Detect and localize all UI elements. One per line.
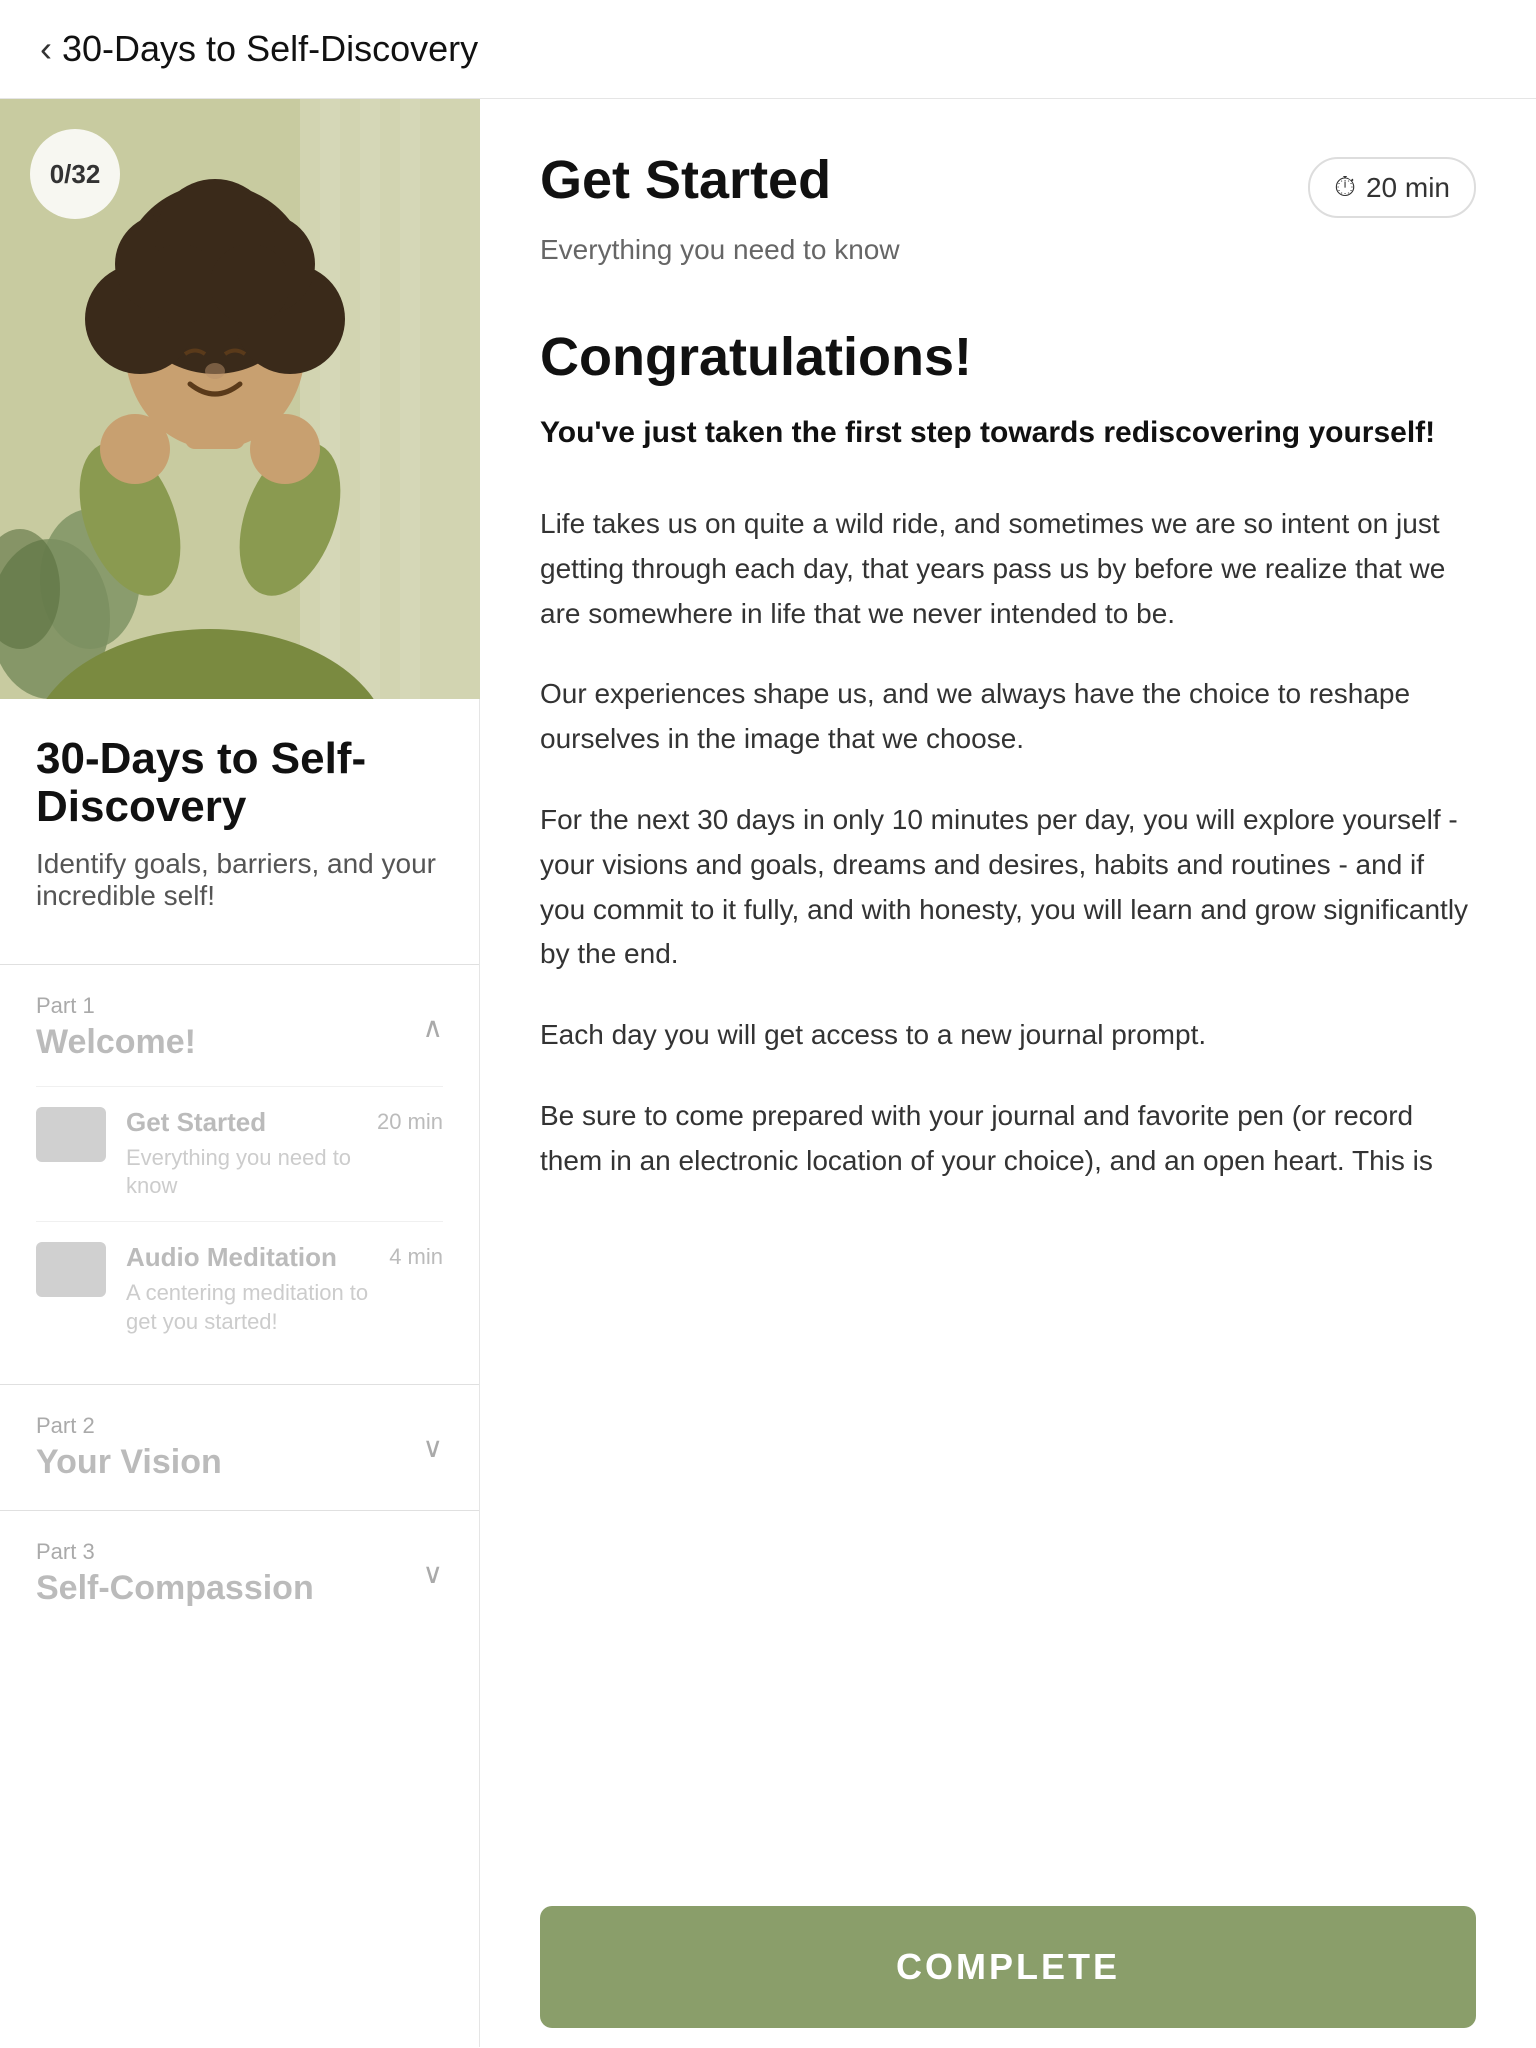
lesson-details: Get Started Everything you need to know (126, 1107, 357, 1201)
lesson-tagline: Everything you need to know (540, 234, 1476, 266)
complete-button-bar: COMPLETE (480, 1886, 1536, 2048)
course-subtitle: Identify goals, barriers, and your incre… (36, 848, 443, 912)
part-2-header[interactable]: Part 2 Your Vision ∨ (36, 1413, 443, 1482)
duration-text: 20 min (1366, 172, 1450, 204)
lesson-thumbnail (36, 1107, 106, 1162)
part-section-3: Part 3 Self-Compassion ∨ (0, 1510, 479, 1636)
body-paragraph-1: Life takes us on quite a wild ride, and … (540, 502, 1476, 636)
list-item[interactable]: Audio Meditation A centering meditation … (36, 1221, 443, 1356)
progress-badge: 0/32 (30, 129, 120, 219)
congratulations-subheading: You've just taken the first step towards… (540, 412, 1476, 454)
main-layout: 0/32 30-Days to Self-Discovery Identify … (0, 99, 1536, 2047)
back-button[interactable]: ‹ 30-Days to Self-Discovery (40, 28, 478, 70)
body-paragraph-2: Our experiences shape us, and we always … (540, 672, 1476, 762)
clock-icon: ⏱ (1334, 171, 1356, 204)
part-3-label-group: Part 3 Self-Compassion (36, 1539, 314, 1608)
lesson-header: Get Started ⏱ 20 min (540, 149, 1476, 218)
lesson-title: Get Started (126, 1107, 357, 1138)
part-section-2: Part 2 Your Vision ∨ (0, 1384, 479, 1510)
lesson-name: Get Started (540, 149, 831, 211)
lesson-details: Audio Meditation A centering meditation … (126, 1242, 369, 1336)
header: ‹ 30-Days to Self-Discovery (0, 0, 1536, 99)
right-content: Get Started ⏱ 20 min Everything you need… (480, 99, 1536, 2047)
body-paragraph-5: Be sure to come prepared with your journ… (540, 1094, 1476, 1184)
body-paragraph-4: Each day you will get access to a new jo… (540, 1013, 1476, 1058)
left-column: 0/32 30-Days to Self-Discovery Identify … (0, 99, 480, 2047)
lesson-duration: 4 min (389, 1244, 443, 1270)
part-2-label: Part 2 (36, 1413, 222, 1439)
part-3-header[interactable]: Part 3 Self-Compassion ∨ (36, 1539, 443, 1608)
course-title: 30-Days to Self-Discovery (36, 735, 443, 832)
part-section-1: Part 1 Welcome! ∧ Get Started Everything… (0, 964, 479, 1384)
lesson-description: Everything you need to know (126, 1144, 357, 1201)
part-1-label: Part 1 (36, 993, 196, 1019)
time-badge: ⏱ 20 min (1308, 157, 1476, 218)
part-1-label-group: Part 1 Welcome! (36, 993, 196, 1062)
course-info: 30-Days to Self-Discovery Identify goals… (0, 699, 479, 964)
progress-text: 0/32 (50, 159, 101, 190)
lesson-duration: 20 min (377, 1109, 443, 1135)
right-column: Get Started ⏱ 20 min Everything you need… (480, 99, 1536, 2047)
part-1-header[interactable]: Part 1 Welcome! ∧ (36, 993, 443, 1062)
part-3-name: Self-Compassion (36, 1569, 314, 1608)
part-2-label-group: Part 2 Your Vision (36, 1413, 222, 1482)
congratulations-heading: Congratulations! (540, 326, 1476, 388)
lesson-title: Audio Meditation (126, 1242, 369, 1273)
part-1-lessons: Get Started Everything you need to know … (36, 1086, 443, 1356)
header-title: 30-Days to Self-Discovery (62, 28, 478, 70)
part-2-name: Your Vision (36, 1443, 222, 1482)
lesson-description: A centering meditation to get you starte… (126, 1279, 369, 1336)
lesson-thumbnail (36, 1242, 106, 1297)
course-image: 0/32 (0, 99, 480, 699)
complete-button[interactable]: COMPLETE (540, 1906, 1476, 2028)
part-3-chevron: ∨ (423, 1557, 444, 1590)
part-2-chevron: ∨ (423, 1431, 444, 1464)
part-1-name: Welcome! (36, 1023, 196, 1062)
part-3-label: Part 3 (36, 1539, 314, 1565)
part-1-chevron: ∧ (423, 1011, 444, 1044)
body-paragraph-3: For the next 30 days in only 10 minutes … (540, 798, 1476, 977)
list-item[interactable]: Get Started Everything you need to know … (36, 1086, 443, 1221)
back-icon: ‹ (40, 28, 52, 70)
